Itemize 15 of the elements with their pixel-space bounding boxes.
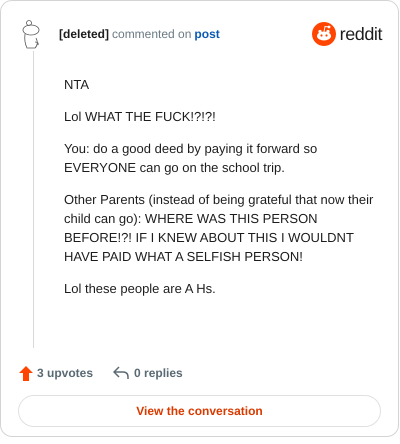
comment-paragraph: Other Parents (instead of being grateful that now their child can go): WHERE WAS THIS PERSON BEFORE!?! IF I KNEW ABOUT THIS I WOULDNT HAVE PAID WHAT A SELFISH PERSON! <box>64 191 374 266</box>
upvote-arrow-icon[interactable] <box>19 366 33 380</box>
view-conversation-button[interactable]: View the conversation <box>18 395 381 427</box>
author-name[interactable]: [deleted] <box>59 25 110 43</box>
comment-paragraph: You: do a good deed by paying it forward so EVERYONE can go on the school trip. <box>64 140 318 177</box>
reply-count: 0 replies <box>134 365 183 382</box>
comment-paragraph: Lol WHAT THE FUCK!?!?! <box>64 108 217 126</box>
upvote-count: 3 upvotes <box>37 365 94 382</box>
alien-logo-icon <box>312 22 336 46</box>
reply-arrow-icon[interactable] <box>113 366 130 380</box>
post-link[interactable]: post <box>194 25 220 43</box>
comment-paragraph: Lol these people are A Hs. <box>64 280 217 298</box>
action-text: commented on <box>112 26 192 43</box>
brand-wordmark: reddit <box>340 22 382 46</box>
comment-paragraph: NTA <box>64 76 90 94</box>
